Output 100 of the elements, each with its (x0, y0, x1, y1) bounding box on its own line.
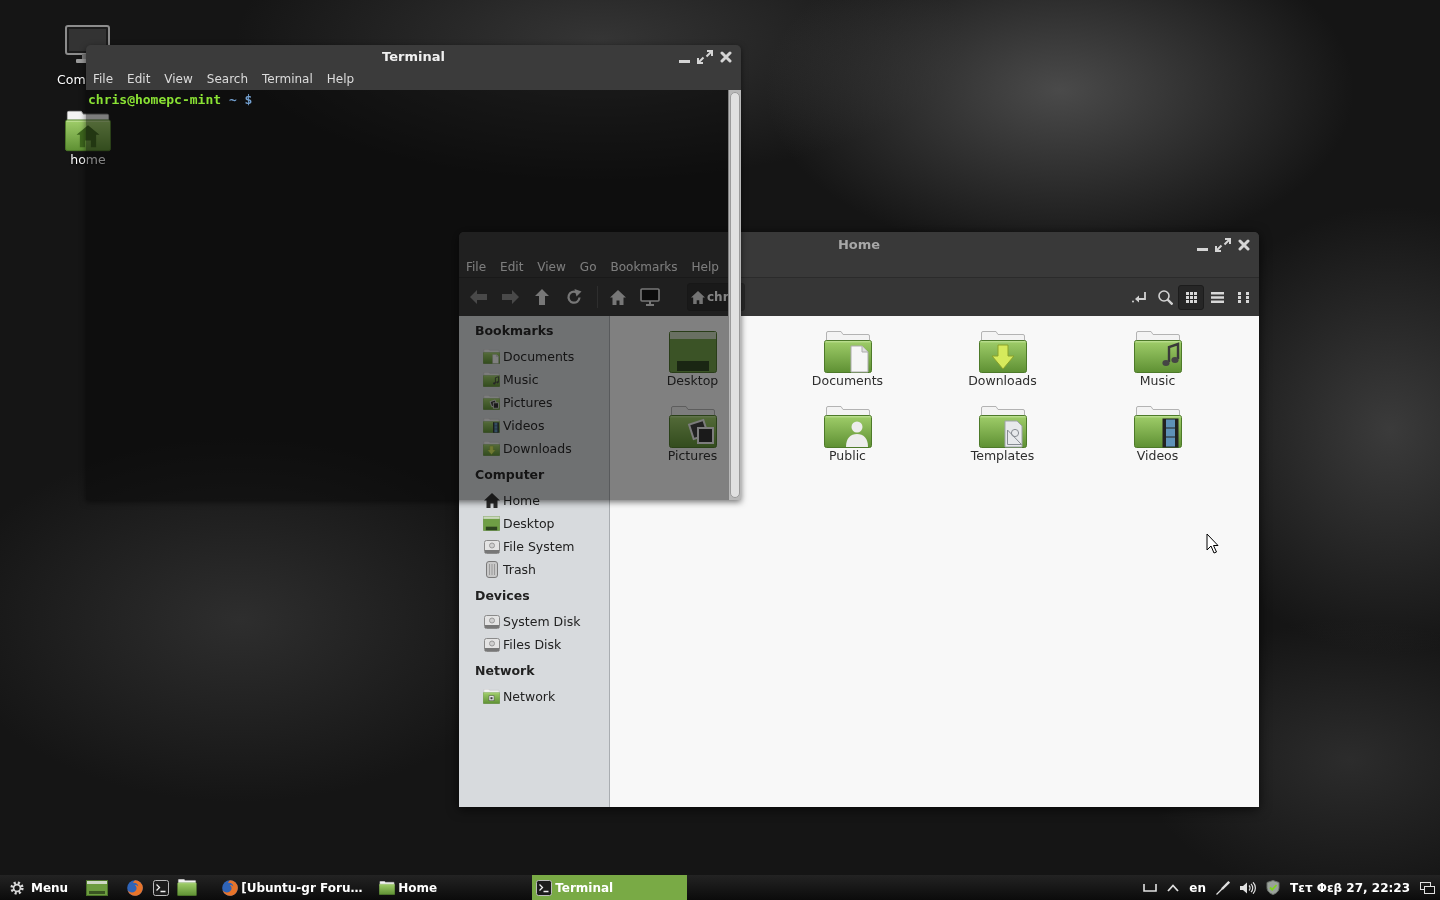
maximize-button[interactable] (1215, 237, 1231, 252)
reload-icon (566, 289, 582, 305)
folder-page-icon (823, 331, 872, 373)
house-icon (691, 290, 705, 304)
menu-item[interactable]: Terminal (255, 72, 320, 86)
back-arrow-icon (469, 290, 487, 304)
shield-icon (1266, 880, 1280, 895)
pen-icon (1216, 880, 1230, 895)
close-icon (1238, 238, 1250, 251)
sidebar-item[interactable]: Files Disk (459, 633, 609, 656)
globe-icon (222, 879, 239, 896)
bracket-icon (1143, 883, 1158, 892)
clock[interactable]: Τετ Φεβ 27, 22:23 (1285, 875, 1415, 900)
hook-arrow-icon (1132, 291, 1146, 303)
windows-icon (1420, 881, 1435, 894)
folder-person-icon (823, 406, 872, 448)
sidebar-item[interactable]: Pictures (459, 391, 609, 414)
sidebar-item[interactable]: Trash (459, 558, 609, 581)
folder-arrow-icon (978, 331, 1027, 373)
desktop-folder-icon (668, 331, 717, 373)
forward-arrow-icon (501, 290, 519, 304)
sidebar-item[interactable]: File System (459, 535, 609, 558)
section-heading: Computer (474, 466, 546, 484)
folder-item[interactable]: Documents (809, 331, 886, 388)
show-desktop-icon (86, 879, 109, 896)
house-icon (483, 493, 500, 508)
sidebar-item[interactable]: Desktop (459, 512, 609, 535)
window-button[interactable]: Home (375, 875, 531, 900)
mouse-pointer-icon (1206, 533, 1219, 554)
window-title: Terminal (382, 49, 445, 64)
menu-item[interactable]: Edit (493, 260, 531, 274)
menu-item[interactable]: Help (319, 72, 362, 86)
menu-item[interactable]: File (86, 72, 121, 86)
folder-item[interactable]: Pictures (665, 406, 720, 463)
menu-item[interactable]: Edit (120, 72, 158, 86)
menu-item[interactable]: File (459, 260, 494, 274)
drive-icon (483, 613, 500, 630)
menu-item[interactable]: Search (199, 72, 256, 86)
window-title: Home (837, 237, 881, 252)
folder-photo-icon (668, 406, 717, 448)
section-heading: Devices (474, 587, 531, 605)
close-button[interactable] (1238, 237, 1250, 252)
scrollbar[interactable] (728, 90, 741, 500)
folder-item[interactable]: Public (821, 406, 874, 463)
menu-item[interactable]: View (530, 260, 573, 274)
keyboard-layout-indicator[interactable]: en (1184, 875, 1211, 900)
speaker-icon (1240, 881, 1256, 894)
folder-film-icon (483, 418, 500, 433)
section-heading: Network (474, 662, 536, 680)
close-icon (720, 50, 732, 63)
shortcut-label[interactable]: home (70, 152, 106, 167)
house-icon (610, 289, 626, 305)
close-button[interactable] (720, 49, 732, 64)
dots-grid-icon (1237, 291, 1249, 303)
list-icon (1210, 291, 1224, 303)
monitor-icon (640, 288, 660, 306)
sidebar-item[interactable]: Network (459, 685, 609, 708)
maximize-button[interactable] (697, 49, 713, 64)
folder-page-icon (483, 349, 500, 364)
folder-item[interactable]: Templates (968, 406, 1037, 463)
sidebar-item[interactable]: Music (459, 368, 609, 391)
grid-icon (1185, 291, 1197, 303)
window-button[interactable]: [Ubuntu-gr Foru… (218, 875, 374, 900)
trash-icon (485, 561, 498, 578)
caret-up-icon (1167, 883, 1180, 892)
folder-item[interactable]: Downloads (966, 331, 1039, 388)
folder-note-icon (1133, 331, 1182, 373)
icon-view-button[interactable] (1178, 284, 1204, 310)
terminal-prompt: chris@homepc-mint ~ $ (88, 91, 254, 108)
folder-note-icon (483, 372, 500, 387)
sidebar-item[interactable]: System Disk (459, 610, 609, 633)
folder-house-icon (65, 110, 111, 152)
maximize-icon (697, 49, 713, 64)
folder-template-icon (978, 406, 1027, 448)
menu-item[interactable]: Help (684, 260, 726, 274)
sidebar-item[interactable]: Downloads (459, 437, 609, 460)
menu-item[interactable]: Bookmarks (603, 260, 685, 274)
terminal-icon (536, 879, 553, 896)
folder-photo-icon (483, 395, 500, 410)
folder-item[interactable]: Videos (1131, 406, 1184, 463)
sidebar-item[interactable]: Videos (459, 414, 609, 437)
drive-icon (483, 538, 500, 555)
minimize-icon (679, 59, 690, 63)
section-heading: Bookmarks (474, 322, 555, 340)
folder-network-icon (483, 689, 500, 704)
folder-item[interactable]: Desktop (664, 331, 721, 388)
folder-item[interactable]: Music (1131, 331, 1184, 388)
gear-icon (10, 880, 24, 895)
terminal-icon (153, 879, 170, 896)
sidebar-item[interactable]: Home (459, 489, 609, 512)
shortcut-label[interactable]: Com (57, 72, 86, 87)
desktop-folder-icon (483, 516, 500, 531)
maximize-icon (1215, 237, 1231, 252)
minimize-icon (1197, 247, 1208, 251)
menu-button[interactable]: Menu (0, 875, 75, 900)
sidebar-item[interactable]: Documents (459, 345, 609, 368)
menu-item[interactable]: View (157, 72, 200, 86)
up-arrow-icon (535, 289, 549, 305)
drive-icon (483, 636, 500, 653)
menu-item[interactable]: Go (572, 260, 604, 274)
